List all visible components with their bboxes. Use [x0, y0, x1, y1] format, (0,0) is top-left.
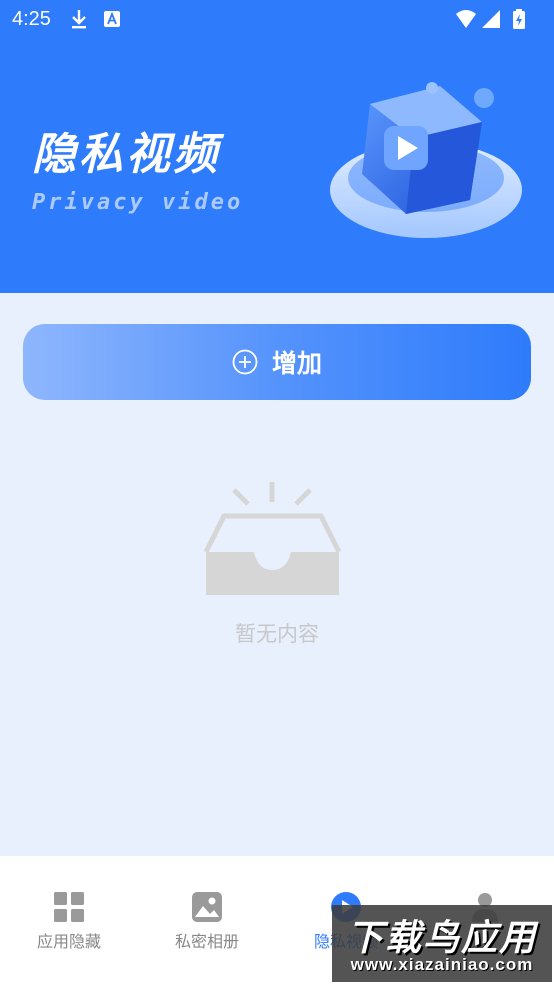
a-notification-icon — [104, 11, 120, 27]
empty-state-text: 暂无内容 — [235, 622, 319, 646]
nav-label: 应用隐藏 — [36, 932, 101, 951]
status-indicators — [456, 9, 525, 29]
nav-label: 私密相册 — [174, 932, 239, 951]
download-icon — [72, 10, 86, 29]
add-button-label: 增加 — [271, 349, 322, 378]
nav-item-private-album[interactable]: 私密相册 — [138, 890, 276, 951]
wifi-icon — [456, 10, 476, 28]
page-title: 隐私视频 — [32, 129, 220, 180]
battery-icon — [513, 9, 525, 29]
nav-item-app-hide[interactable]: 应用隐藏 — [0, 890, 138, 951]
grid-icon — [54, 892, 84, 922]
status-time: 4:25 — [12, 8, 51, 30]
watermark-title: 下载鸟应用 — [346, 918, 537, 959]
plus-circle-icon — [232, 349, 258, 375]
add-button[interactable]: 增加 — [23, 324, 531, 400]
status-bar: 4:25 — [0, 0, 554, 38]
video-cube-illustration — [330, 82, 522, 238]
empty-tray-icon — [203, 482, 342, 595]
watermark-url: www.xiazainiao.com — [350, 955, 534, 974]
watermark: 下载鸟应用 www.xiazainiao.com — [332, 905, 552, 982]
image-icon — [192, 892, 222, 922]
signal-icon — [482, 10, 500, 28]
page-subtitle: Privacy video — [32, 190, 244, 215]
header: 4:25 隐私视频 Privacy video — [0, 0, 554, 293]
